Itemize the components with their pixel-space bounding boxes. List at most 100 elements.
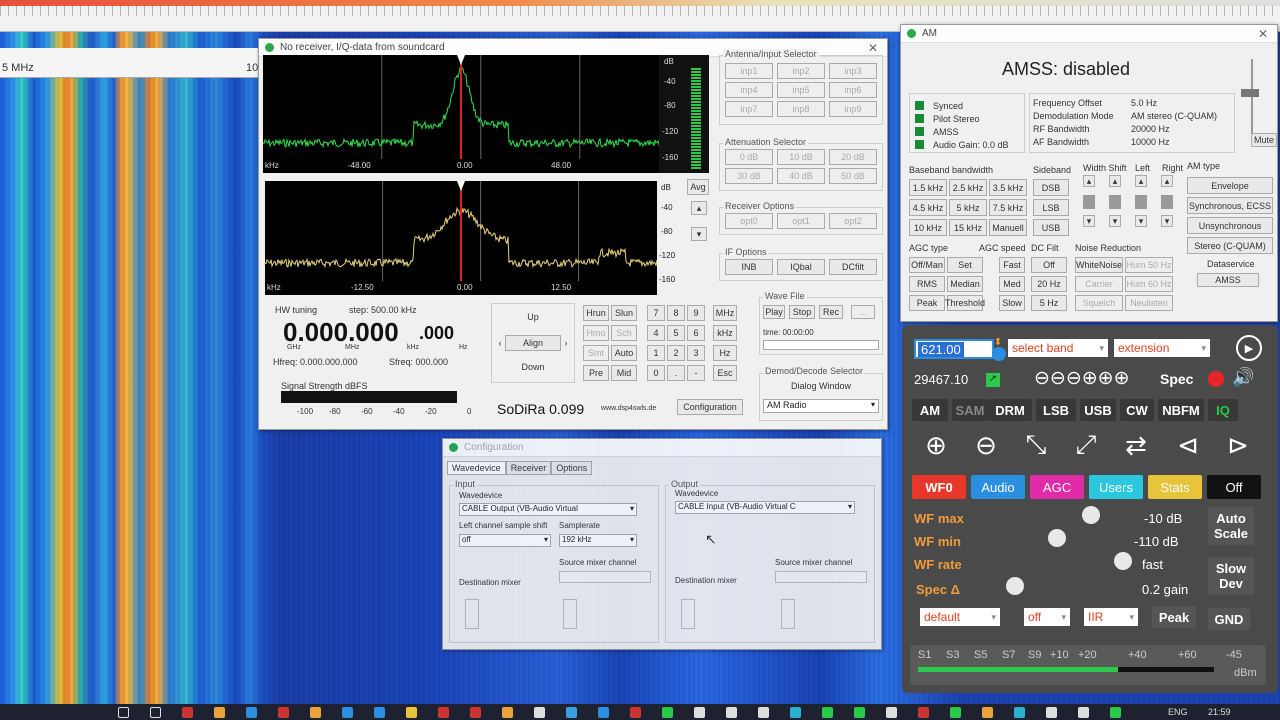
keypad-key[interactable]: MHz [713,305,737,321]
keypad-key[interactable]: 3 [687,345,705,361]
demod-select[interactable]: AM Radio ▾ [763,399,879,413]
antenna-input-button[interactable]: inp6 [829,82,877,98]
spin-button[interactable]: ▾ [1083,215,1095,227]
mode-usb-button[interactable]: USB [1080,399,1116,421]
input-device-select[interactable]: CABLE Output (VB-Audio Virtual ▾ [459,503,637,516]
mixer-slider[interactable] [781,599,795,629]
baseband-button[interactable]: 7.5 kHz [989,199,1027,216]
dc-filter-button[interactable]: 5 Hz [1031,295,1067,311]
mode-sam-button[interactable]: SAM [952,399,988,421]
play-icon[interactable]: ▶ [1236,335,1262,361]
taskbar-app-icon[interactable] [726,707,737,718]
close-icon[interactable]: ✕ [1249,27,1277,41]
close-icon[interactable]: ✕ [859,41,887,55]
spec-label[interactable]: Spec [1160,371,1193,387]
keypad-key[interactable]: 1 [647,345,665,361]
taskbar-app-icon[interactable] [1014,707,1025,718]
taskbar-app-icon[interactable] [342,707,353,718]
antenna-input-button[interactable]: inp9 [829,101,877,117]
sideband-button[interactable]: USB [1033,219,1069,236]
input-source-mixer-select[interactable] [559,571,651,583]
taskbar-app-icon[interactable] [118,707,129,718]
attenuation-button[interactable]: 40 dB [777,168,825,184]
agc-type-button[interactable]: RMS [909,276,945,292]
frequency-input[interactable]: 621.00 [914,339,994,359]
taskbar-app-icon[interactable] [566,707,577,718]
taskbar-app-icon[interactable] [278,707,289,718]
spin-button[interactable]: ▴ [1135,175,1147,187]
scroll-up-button[interactable]: ▴ [691,201,707,215]
agc-type-button[interactable]: Set [947,257,983,273]
keypad-key[interactable]: 4 [647,325,665,341]
mode-button[interactable]: Hrun [583,305,609,321]
avg-button[interactable]: Avg [687,179,709,195]
dc-filter-button[interactable]: 20 Hz [1031,276,1067,292]
spin-button[interactable] [1109,195,1121,209]
noise-reduction-button[interactable]: Hum 50 Hz [1125,257,1173,273]
spin-button[interactable] [1135,195,1147,209]
sideband-button[interactable]: LSB [1033,199,1069,216]
antenna-input-button[interactable]: inp7 [725,101,773,117]
spin-button[interactable]: ▴ [1109,175,1121,187]
taskbar-app-icon[interactable] [374,707,385,718]
keypad-key[interactable]: . [667,365,685,381]
up-button[interactable]: Up [505,309,561,325]
keypad-key[interactable]: 7 [647,305,665,321]
keypad-key[interactable]: 6 [687,325,705,341]
spin-button[interactable] [1161,195,1173,209]
am-type-button[interactable]: Stereo (C-QUAM) [1187,237,1273,254]
receiver-option-button[interactable]: opt0 [725,213,773,229]
taskbar-app-icon[interactable] [1046,707,1057,718]
mode-drm-button[interactable]: DRM [988,399,1032,421]
baseband-button[interactable]: 4.5 kHz [909,199,947,216]
mode-nbfm-button[interactable]: NBFM [1158,399,1204,421]
attenuation-button[interactable]: 20 dB [829,149,877,165]
taskbar-app-icon[interactable] [406,707,417,718]
down-button[interactable]: Down [505,359,561,375]
am-type-button[interactable]: Synchronous, ECSS [1187,197,1273,214]
keypad-key[interactable]: kHz [713,325,737,341]
zoom-step-buttons[interactable]: ⊖⊖⊖⊕⊕⊕ [1034,367,1130,390]
spin-button[interactable]: ▴ [1083,175,1095,187]
taskbar-app-icon[interactable] [886,707,897,718]
attenuation-button[interactable]: 10 dB [777,149,825,165]
noise-reduction-button[interactable]: WhiteNoise [1075,257,1123,273]
spin-button[interactable]: ▴ [1161,175,1173,187]
gnd-button[interactable]: GND [1208,608,1250,630]
taskbar-app-icon[interactable] [918,707,929,718]
next-icon[interactable]: ⊳ [1218,425,1258,465]
speaker-icon[interactable]: 🔊 [1232,367,1256,389]
antenna-input-button[interactable]: inp5 [777,82,825,98]
spin-button[interactable]: ▾ [1135,215,1147,227]
language-indicator[interactable]: ENG [1168,707,1188,717]
baseband-button[interactable]: 5 kHz [949,199,987,216]
taskbar-app-icon[interactable] [982,707,993,718]
if-option-button[interactable]: IQbal [777,259,825,275]
keypad-key[interactable]: 0 [647,365,665,381]
narrow-spectrum[interactable]: kHz -12.50 0.00 12.50 [265,181,657,295]
noise-reduction-button[interactable]: Hum 60 Hz [1125,276,1173,292]
mixer-slider[interactable] [465,599,479,629]
record-icon[interactable] [1208,371,1224,387]
if-option-button[interactable]: INB [725,259,773,275]
keypad-key[interactable]: 5 [667,325,685,341]
left-shift-select[interactable]: off ▾ [459,534,551,547]
right-arrow-icon[interactable]: › [561,335,571,351]
prev-icon[interactable]: ⊲ [1168,425,1208,465]
keypad-key[interactable]: Hz [713,345,737,361]
peak-button[interactable]: Peak [1152,606,1196,628]
wide-spectrum[interactable]: kHz -48.00 0.00 48.00 [263,55,659,173]
zoom-fit-icon[interactable]: ⤡ [1016,425,1056,465]
external-link-icon[interactable]: ↗ [986,373,1000,387]
baseband-button[interactable]: 1.5 kHz [909,179,947,196]
filter-select[interactable]: IIR ▾ [1084,608,1138,626]
spin-button[interactable]: ▾ [1161,215,1173,227]
baseband-button[interactable]: 15 kHz [949,219,987,236]
antenna-input-button[interactable]: inp8 [777,101,825,117]
taskbar-app-icon[interactable] [502,707,513,718]
mode-button[interactable]: Sch [611,325,637,341]
antenna-input-button[interactable]: inp1 [725,63,773,79]
output-source-mixer-select[interactable] [775,571,867,583]
slow-dev-button[interactable]: Slow Dev [1208,557,1254,595]
taskbar-app-icon[interactable] [310,707,321,718]
